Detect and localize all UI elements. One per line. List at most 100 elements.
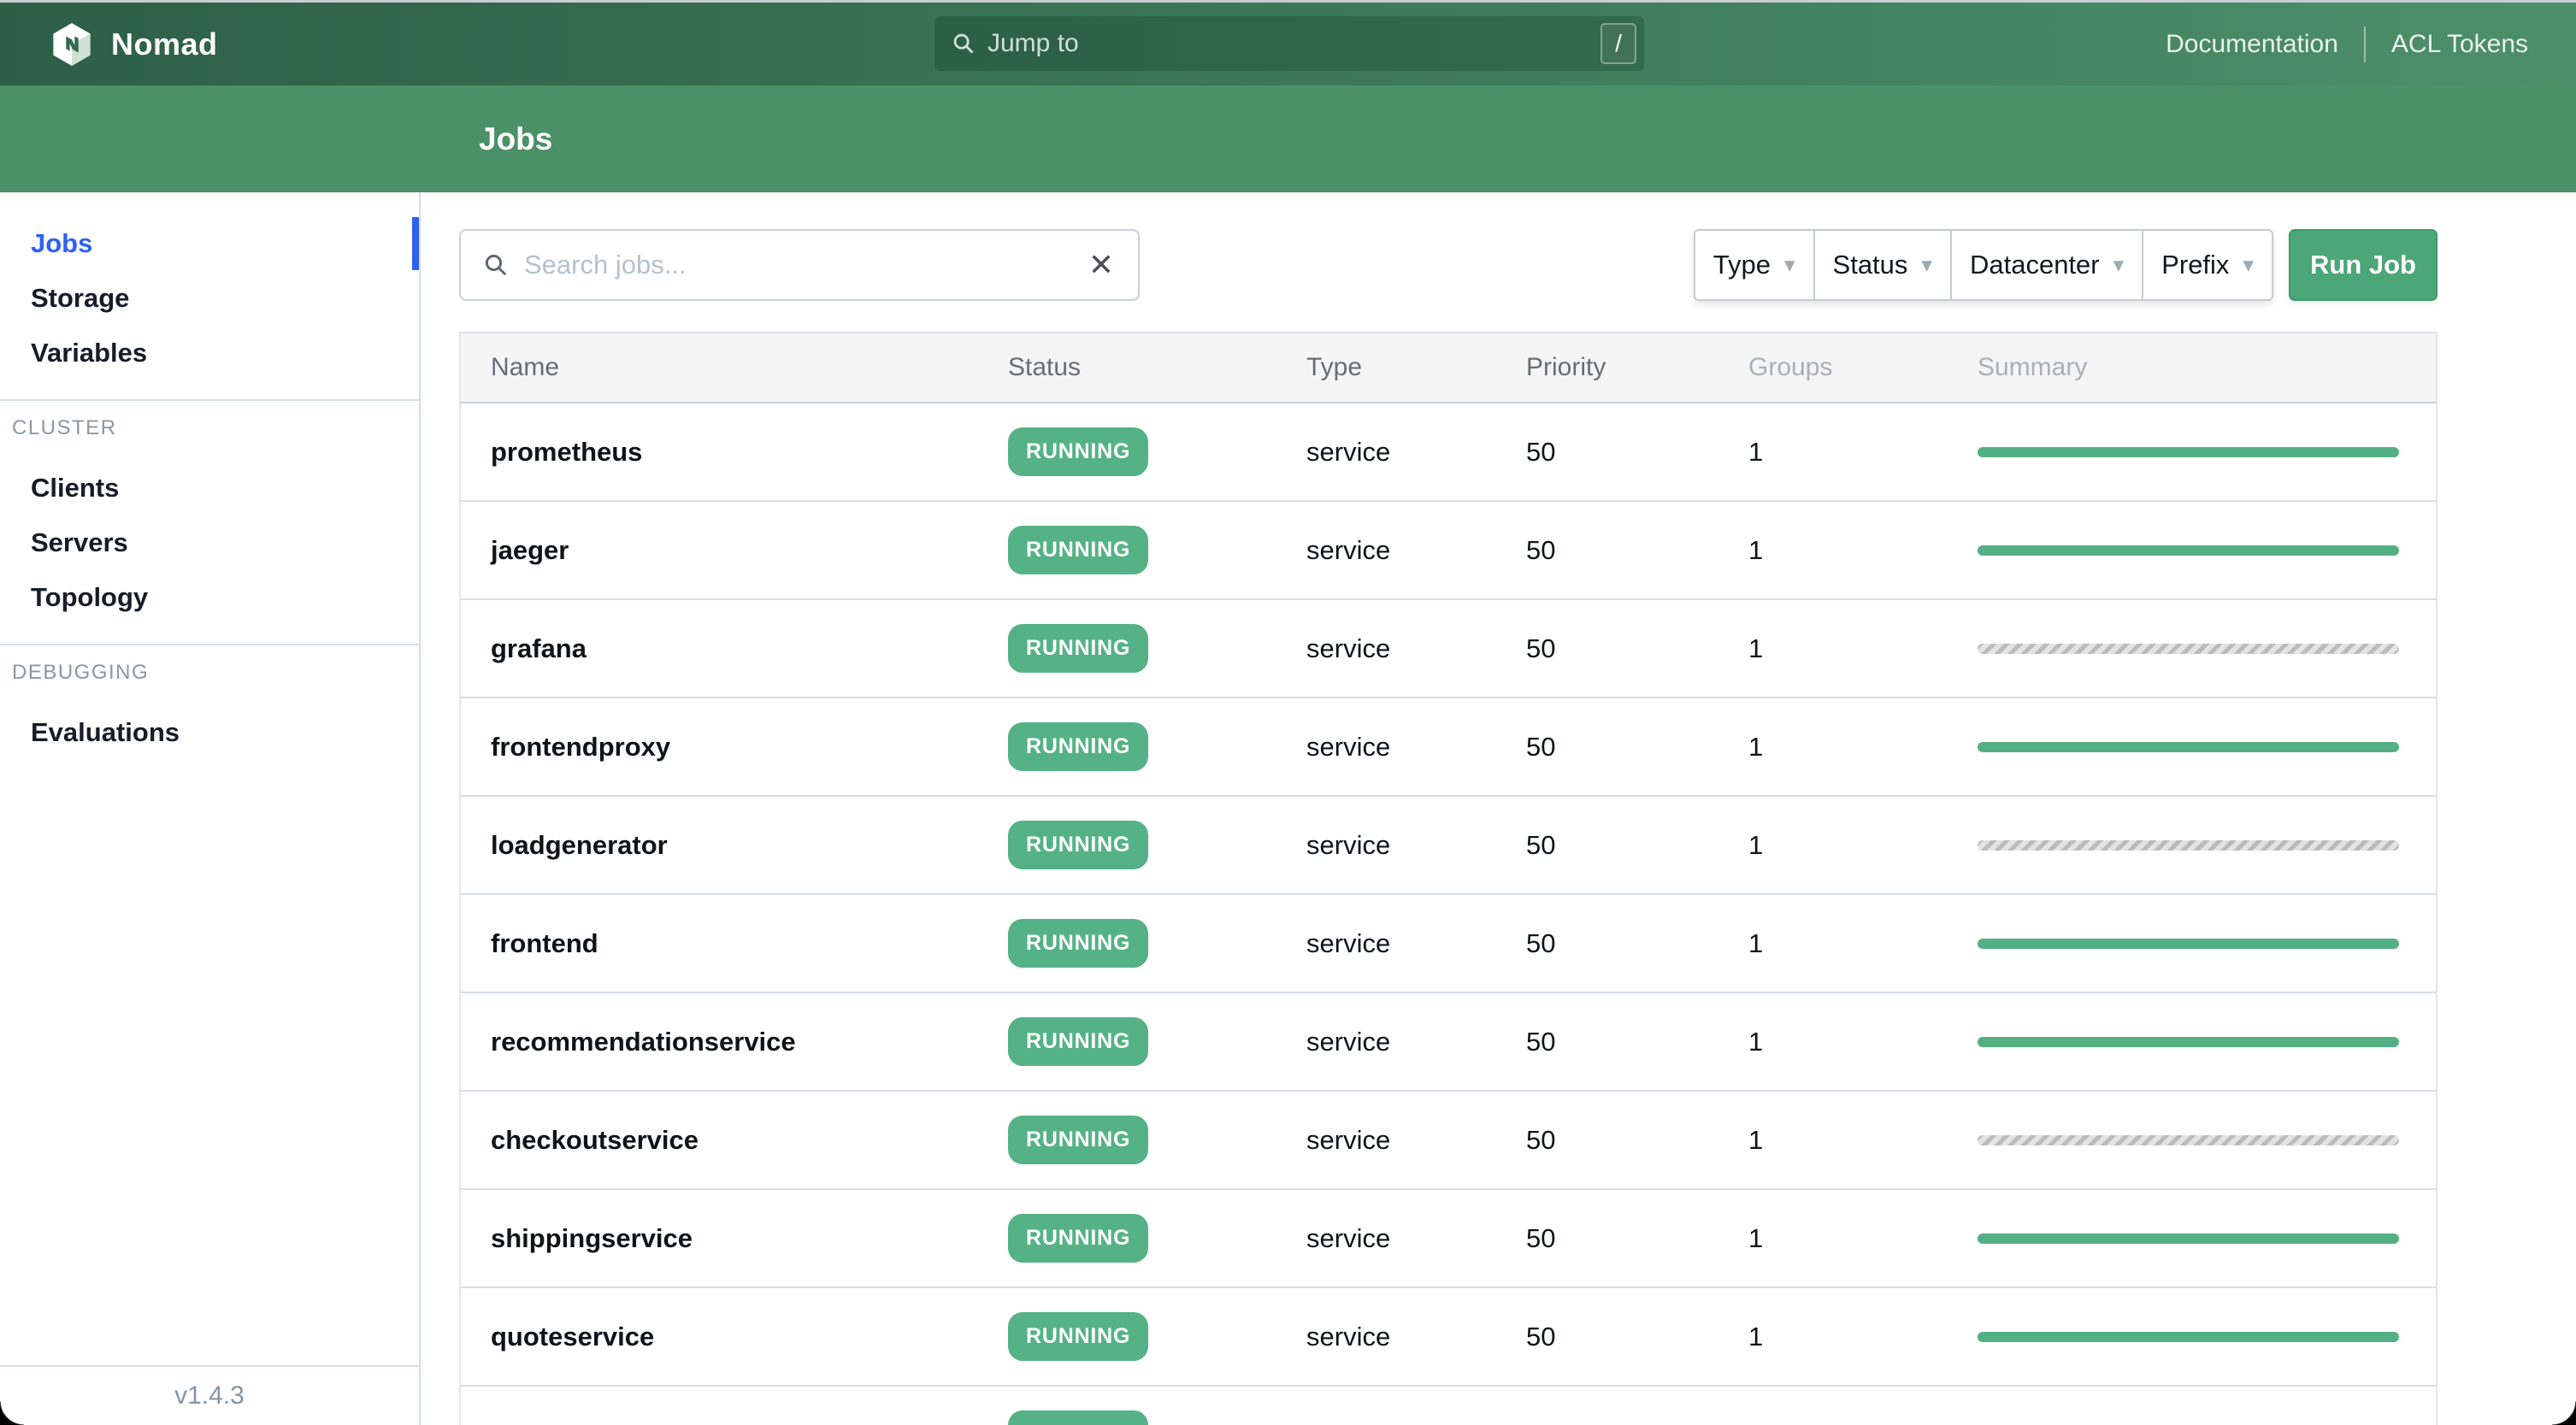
job-priority: 50	[1526, 1321, 1556, 1351]
jump-to-input[interactable]	[987, 29, 1600, 58]
table-row[interactable]: checkoutservice RUNNING service 50 1	[461, 1092, 2436, 1190]
status-badge: RUNNING	[1008, 427, 1149, 476]
sidebar-item-label: Storage	[31, 283, 130, 313]
summary-bar	[1978, 839, 2399, 851]
status-badge: RUNNING	[1008, 1312, 1149, 1361]
version-label: v1.4.3	[0, 1365, 419, 1425]
job-type: service	[1306, 633, 1391, 663]
job-groups: 1	[1748, 927, 1764, 958]
search-input[interactable]	[524, 250, 1087, 280]
sidebar-item-topology[interactable]: Topology	[0, 570, 419, 625]
job-groups: 1	[1748, 633, 1764, 663]
nav-link-acl-tokens[interactable]: ACL Tokens	[2391, 30, 2528, 59]
facet-button-type[interactable]: Type ▾	[1695, 231, 1813, 299]
facet-button-datacenter[interactable]: Datacenter ▾	[1949, 231, 2143, 299]
sidebar-item-jobs[interactable]: Jobs	[0, 216, 419, 271]
job-name[interactable]: recommendationservice	[461, 1027, 978, 1057]
sidebar-item-clients[interactable]: Clients	[0, 461, 419, 515]
slash-shortcut-hint: /	[1600, 23, 1636, 64]
job-priority: 50	[1526, 1026, 1556, 1057]
job-groups: 1	[1748, 731, 1764, 762]
nomad-home-link[interactable]: Nomad	[51, 22, 218, 67]
table-row[interactable]: grafana RUNNING service 50 1	[461, 600, 2436, 698]
job-type: service	[1306, 1026, 1391, 1057]
job-type: service	[1306, 731, 1391, 762]
job-name[interactable]: shippingservice	[461, 1223, 978, 1254]
x-icon: ✕	[1088, 247, 1114, 282]
table-row[interactable]: recommendationservice RUNNING service 50…	[461, 993, 2436, 1092]
job-name[interactable]: prometheus	[461, 437, 978, 468]
job-priority: 50	[1526, 633, 1556, 663]
job-name[interactable]: frontendproxy	[461, 732, 978, 763]
table-row[interactable]: shippingservice RUNNING service 50 1	[461, 1190, 2436, 1288]
caret-down-icon: ▾	[2243, 253, 2254, 277]
sidebar-item-servers[interactable]: Servers	[0, 515, 419, 570]
summary-bar	[1978, 1134, 2399, 1145]
table-row[interactable]: frontendproxy RUNNING service 50 1	[461, 698, 2436, 797]
column-header-summary: Summary	[1978, 353, 2088, 381]
facet-button-prefix[interactable]: Prefix ▾	[2142, 231, 2272, 299]
column-header-type[interactable]: Type	[1276, 353, 1496, 382]
facet-label: Datacenter	[1969, 250, 2100, 280]
table-row[interactable]: prometheus RUNNING service 50 1	[461, 403, 2436, 502]
sidebar-item-label: Servers	[31, 527, 128, 557]
job-name[interactable]: checkoutservice	[461, 1125, 978, 1156]
sidebar-item-evaluations[interactable]: Evaluations	[0, 705, 419, 760]
sidebar: Jobs Storage Variables CLUSTER Clients Serve…	[0, 192, 421, 1425]
table-header: Name Status Type Priority Groups Summary	[461, 333, 2436, 403]
job-groups: 1	[1748, 1124, 1764, 1155]
job-name[interactable]: jaeger	[461, 535, 978, 566]
nav-links-separator	[2363, 26, 2366, 62]
sidebar-section-label-cluster: CLUSTER	[12, 416, 117, 439]
table-row[interactable]: productcatalogservice RUNNING service 50…	[461, 1387, 2436, 1425]
status-badge: RUNNING	[1008, 1214, 1149, 1263]
job-groups: 1	[1748, 829, 1764, 860]
status-badge: RUNNING	[1008, 624, 1149, 673]
column-header-status[interactable]: Status	[978, 353, 1276, 382]
facet-button-status[interactable]: Status ▾	[1813, 231, 1950, 299]
job-type: service	[1306, 829, 1391, 860]
column-header-priority[interactable]: Priority	[1496, 353, 1718, 382]
job-priority: 50	[1526, 829, 1556, 860]
status-badge: RUNNING	[1008, 1017, 1149, 1066]
job-name[interactable]: quoteservice	[461, 1322, 978, 1352]
summary-bar	[1978, 545, 2399, 556]
job-priority: 50	[1496, 1420, 1718, 1425]
table-row[interactable]: frontend RUNNING service 50 1	[461, 895, 2436, 993]
sidebar-item-label: Jobs	[31, 228, 93, 258]
job-type: service	[1306, 1222, 1391, 1253]
run-job-button[interactable]: Run Job	[2289, 229, 2437, 301]
status-badge: RUNNING	[1008, 821, 1149, 869]
table-row[interactable]: loadgenerator RUNNING service 50 1	[461, 797, 2436, 895]
job-priority: 50	[1526, 927, 1556, 958]
column-header-name[interactable]: Name	[461, 353, 978, 382]
job-name[interactable]: frontend	[461, 928, 978, 959]
facet-label: Type	[1712, 250, 1771, 280]
facet-label: Prefix	[2161, 250, 2230, 280]
summary-bar	[1978, 1233, 2399, 1244]
status-badge: RUNNING	[1008, 919, 1149, 968]
jump-to-search[interactable]: /	[934, 16, 1644, 71]
job-name[interactable]: productcatalogservice	[461, 1420, 978, 1425]
job-priority: 50	[1526, 436, 1556, 467]
table-row[interactable]: quoteservice RUNNING service 50 1	[461, 1288, 2436, 1387]
caret-down-icon: ▾	[1921, 253, 1932, 277]
sidebar-item-storage[interactable]: Storage	[0, 271, 419, 326]
clear-search-button[interactable]: ✕	[1087, 250, 1116, 280]
sidebar-item-label: Clients	[31, 473, 120, 503]
status-badge: RUNNING	[1008, 526, 1149, 574]
search-icon	[485, 254, 507, 276]
status-badge: RUNNING	[1008, 1410, 1149, 1425]
jobs-search-box[interactable]: ✕	[459, 229, 1140, 301]
job-name[interactable]: grafana	[461, 633, 978, 664]
nav-link-documentation[interactable]: Documentation	[2166, 30, 2338, 59]
brand-name: Nomad	[111, 26, 218, 62]
table-row[interactable]: jaeger RUNNING service 50 1	[461, 502, 2436, 600]
job-priority: 50	[1526, 731, 1556, 762]
job-name[interactable]: loadgenerator	[461, 830, 978, 861]
summary-bar	[1978, 938, 2399, 949]
job-type: service	[1306, 436, 1391, 467]
job-groups: 1	[1748, 1321, 1764, 1351]
job-priority: 50	[1526, 534, 1556, 565]
sidebar-item-variables[interactable]: Variables	[0, 326, 419, 380]
